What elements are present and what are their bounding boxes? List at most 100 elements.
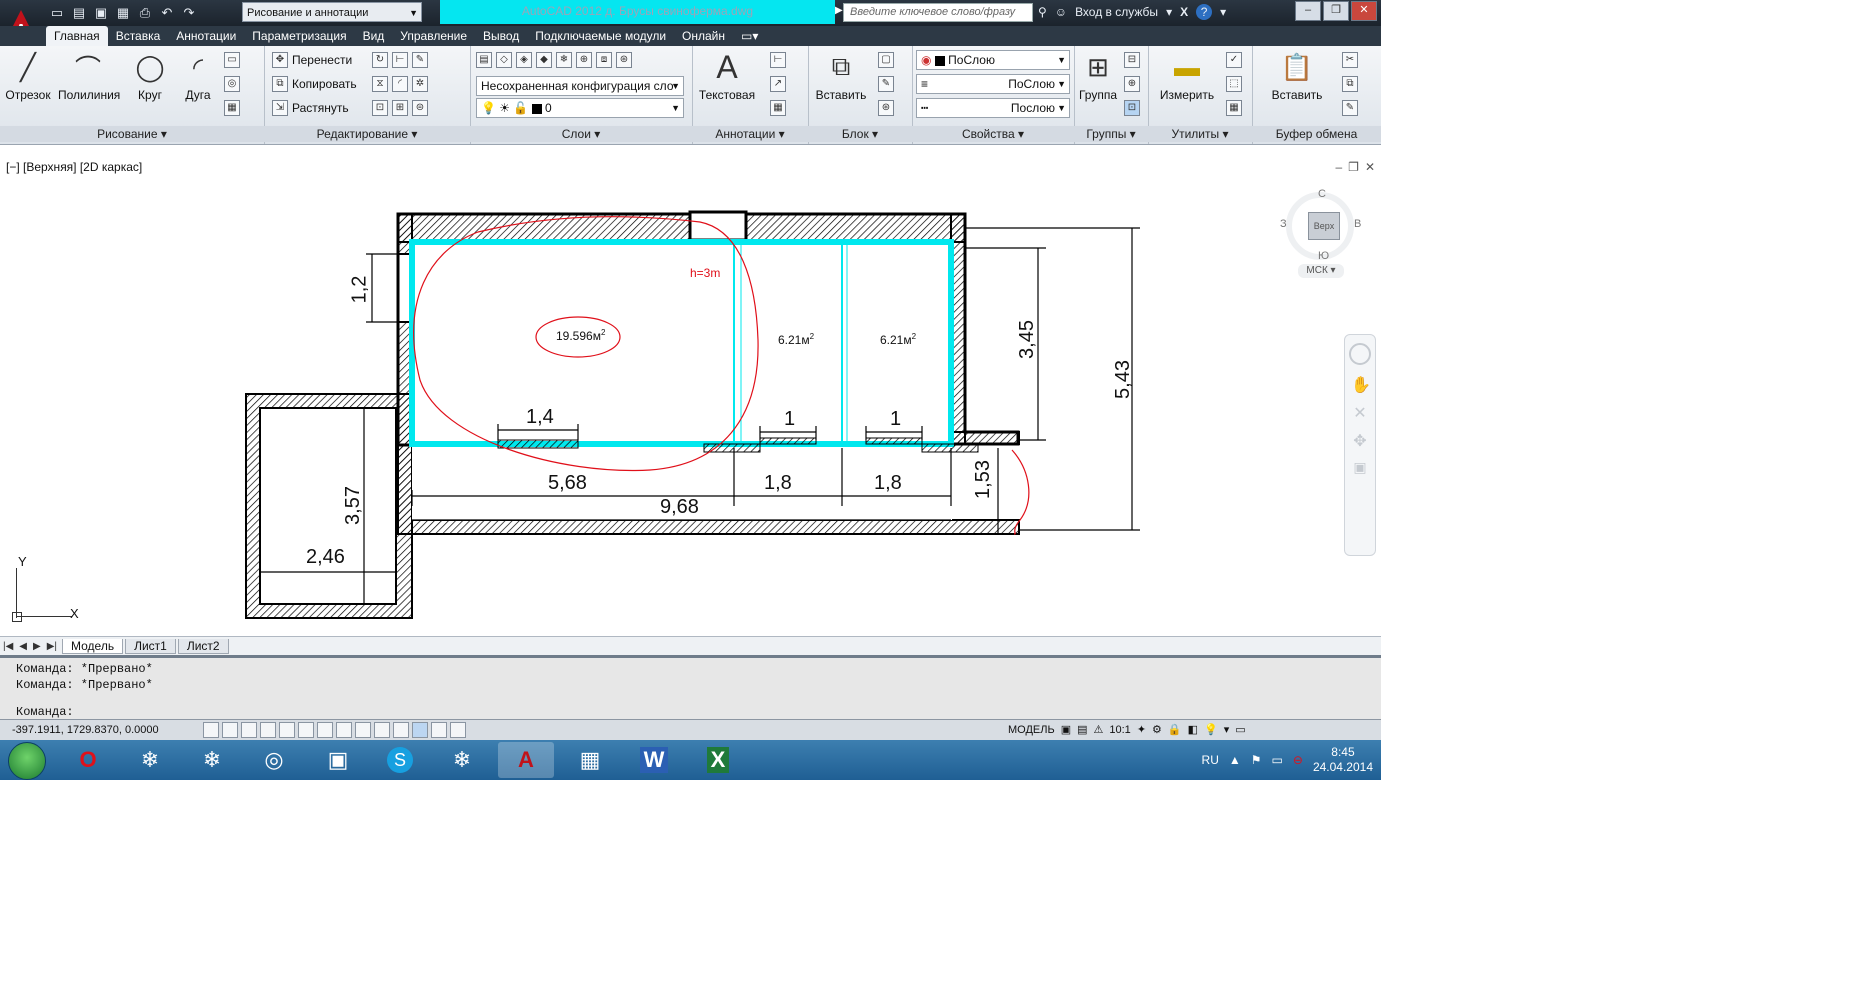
panel-layers-title[interactable]: Слои ▾: [470, 126, 692, 142]
zoom-icon[interactable]: ✕: [1351, 403, 1369, 422]
steering-wheel-icon[interactable]: [1349, 343, 1371, 365]
workspace-switch-icon[interactable]: ⚙: [1152, 720, 1162, 741]
compass-w[interactable]: З: [1280, 218, 1287, 230]
create-block-tool[interactable]: ▢: [878, 50, 894, 70]
workspace-selector[interactable]: Рисование и аннотации ▼: [242, 2, 422, 22]
group-select-tool[interactable]: ⊡: [1124, 98, 1140, 118]
color-combo[interactable]: ◉ ПоСлою ▼: [916, 50, 1070, 70]
leader-tool[interactable]: ↗: [770, 74, 786, 94]
panel-utilities-title[interactable]: Утилиты ▾: [1148, 126, 1252, 142]
restore-button[interactable]: ❐: [1323, 1, 1349, 21]
layer-state-icon[interactable]: ◇: [496, 52, 512, 68]
excel-icon[interactable]: X: [690, 742, 746, 778]
search-input[interactable]: Введите ключевое слово/фразу: [843, 3, 1033, 22]
select-all-tool[interactable]: ⬚: [1226, 74, 1242, 94]
insert-block-tool[interactable]: ⧉ Вставить: [812, 50, 870, 102]
polar-icon[interactable]: [279, 722, 295, 738]
panel-clipboard-title[interactable]: Буфер обмена: [1252, 126, 1381, 142]
annotation-scale-value[interactable]: 10:1: [1109, 720, 1130, 741]
save-as-icon[interactable]: ▦: [114, 4, 132, 22]
help-dropdown-icon[interactable]: ▾: [1220, 5, 1226, 19]
security-icon[interactable]: ⊖: [1293, 753, 1303, 767]
status-menu-icon[interactable]: ▾: [1224, 720, 1230, 741]
scale-icon[interactable]: ⊡: [372, 100, 388, 116]
dropdown-icon[interactable]: ▾: [1166, 5, 1172, 19]
copy-tool[interactable]: ⧉ Копировать: [272, 74, 357, 94]
group-edit-tool[interactable]: ⊕: [1124, 74, 1140, 94]
grid-icon[interactable]: [241, 722, 257, 738]
3dosnap-icon[interactable]: [317, 722, 333, 738]
layer-lock-icon[interactable]: ⊕: [576, 52, 592, 68]
line-tool[interactable]: ╱ Отрезок: [4, 50, 52, 103]
quick-view-layouts-icon[interactable]: ▣: [1061, 720, 1071, 741]
start-button[interactable]: [8, 742, 46, 780]
quick-view-drawings-icon[interactable]: ▤: [1077, 720, 1087, 741]
text-tool[interactable]: A Текстовая: [696, 49, 758, 103]
command-line-input[interactable]: Команда:: [16, 705, 1376, 719]
calculator-app-icon[interactable]: ▦: [562, 742, 618, 778]
infer-icon[interactable]: [203, 722, 219, 738]
edit-block-tool[interactable]: ✎: [878, 74, 894, 94]
osnap-icon[interactable]: [298, 722, 314, 738]
compass-n[interactable]: С: [1318, 188, 1326, 200]
mirror-icon[interactable]: ⧖: [372, 76, 388, 92]
arc-tool[interactable]: ◜ Дуга: [174, 50, 222, 103]
tab-sheet2[interactable]: Лист2: [177, 638, 229, 654]
new-file-icon[interactable]: ▭: [48, 4, 66, 22]
clock[interactable]: 8:45 24.04.2014: [1313, 745, 1373, 775]
layer-freeze-icon[interactable]: ❄: [556, 52, 572, 68]
fillet-icon[interactable]: ◜: [392, 76, 408, 92]
quick-select-tool[interactable]: ✓: [1226, 50, 1242, 70]
circle-tool[interactable]: ◯ Круг: [126, 50, 174, 103]
opera-icon[interactable]: O: [60, 742, 116, 778]
tab-online[interactable]: Онлайн: [674, 26, 733, 46]
move-tool[interactable]: ✥ Перенести: [272, 50, 352, 70]
save-icon[interactable]: ▣: [92, 4, 110, 22]
group-tool[interactable]: ⊞ Группа: [1076, 50, 1120, 103]
offset-icon[interactable]: ⊜: [412, 100, 428, 116]
next-tab-icon[interactable]: ▶: [30, 641, 44, 652]
layer-off-icon[interactable]: ◈: [516, 52, 532, 68]
tab-sheet1[interactable]: Лист1: [125, 638, 176, 654]
isolate-objects-icon[interactable]: 💡: [1204, 720, 1218, 741]
binoculars-icon[interactable]: ⚲: [1038, 5, 1047, 19]
lineweight-toggle-icon[interactable]: [393, 722, 409, 738]
ribbon-toggle-icon[interactable]: ▭▾: [733, 26, 766, 46]
prev-tab-icon[interactable]: ◀: [16, 641, 30, 652]
table-tool[interactable]: ▦: [770, 98, 786, 118]
help-icon[interactable]: ?: [1196, 4, 1213, 20]
trim-icon[interactable]: ⊢: [392, 52, 408, 68]
explode-icon[interactable]: ✲: [412, 76, 428, 92]
paste-tool[interactable]: 📋 Вставить: [1266, 50, 1328, 103]
undo-icon[interactable]: ↶: [158, 4, 176, 22]
panel-annotation-title[interactable]: Аннотации ▾: [692, 126, 808, 142]
linetype-combo[interactable]: ┅ Послою ▼: [916, 98, 1070, 118]
copy-clip-tool[interactable]: ⧉: [1342, 74, 1358, 94]
tab-insert[interactable]: Вставка: [108, 26, 169, 46]
drawing-close-icon[interactable]: ✕: [1365, 160, 1375, 174]
cut-tool[interactable]: ✂: [1342, 50, 1358, 70]
block-attribute-tool[interactable]: ⊛: [878, 98, 894, 118]
layer-isolate-icon[interactable]: ◆: [536, 52, 552, 68]
tab-model[interactable]: Модель: [62, 638, 124, 654]
last-tab-icon[interactable]: ▶|: [44, 641, 60, 652]
compass-e[interactable]: В: [1354, 218, 1361, 230]
otrack-icon[interactable]: [336, 722, 352, 738]
erase-icon[interactable]: ✎: [412, 52, 428, 68]
panel-draw-title[interactable]: Рисование ▾: [0, 126, 264, 142]
match-properties-tool[interactable]: ✎: [1342, 98, 1358, 118]
layer-properties-icon[interactable]: ▤: [476, 52, 492, 68]
calculator-tool[interactable]: ▦: [1226, 98, 1242, 118]
drawing-restore-icon[interactable]: ❐: [1348, 160, 1359, 174]
exchange-icon[interactable]: X: [1180, 5, 1188, 19]
network-icon[interactable]: ⚑: [1251, 753, 1262, 767]
play-arrow-icon[interactable]: ▶: [835, 5, 843, 16]
language-indicator[interactable]: RU: [1202, 753, 1219, 767]
tab-manage[interactable]: Управление: [392, 26, 475, 46]
clean-screen-icon[interactable]: ▭: [1235, 720, 1245, 741]
compass-s[interactable]: Ю: [1318, 250, 1329, 262]
snowflake-app-3-icon[interactable]: ❄: [434, 742, 490, 778]
sticky-app-icon[interactable]: ◎: [246, 742, 302, 778]
array-icon[interactable]: ⊞: [392, 100, 408, 116]
floppy-app-icon[interactable]: ▣: [310, 742, 366, 778]
